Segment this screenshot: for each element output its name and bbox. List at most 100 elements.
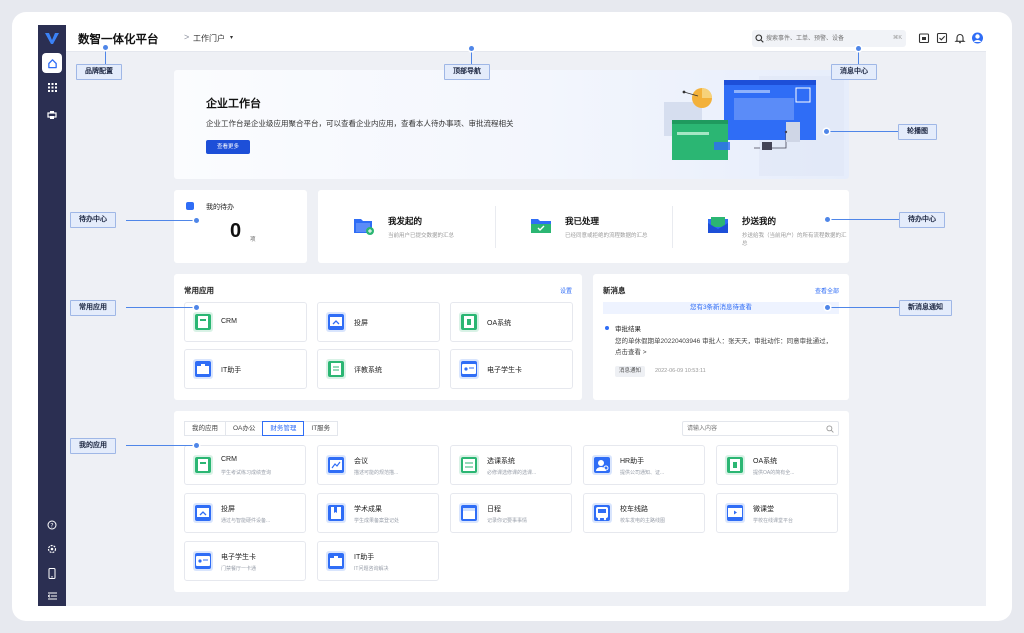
app-tile[interactable]: 选课系统 必修课选修课的选课... — [450, 445, 572, 485]
app-name: 评教系统 — [354, 367, 382, 374]
news-title: 新消息 — [603, 286, 626, 295]
message-heading[interactable]: 审批结果 — [615, 323, 641, 333]
tab-1[interactable]: OA办公 — [225, 421, 264, 436]
app-window: ? 数智一体化平台 > 工作门户 ▾ ⌘K 企业工作台 企业工作台是企业级应用聚… — [38, 25, 986, 606]
phone-icon — [48, 567, 56, 579]
oa-icon — [459, 312, 479, 332]
tab-2[interactable]: 财务管理 — [262, 421, 305, 436]
app-name: 校车线路 — [620, 506, 648, 513]
evaluation-icon — [326, 359, 346, 379]
app-tile[interactable]: 校车线路校车发电的主路线图 — [583, 493, 705, 533]
unread-messages-banner[interactable]: 您有3条新消息待查看 — [603, 302, 839, 314]
help-icon: ? — [47, 520, 57, 530]
app-tile[interactable]: 评教系统 — [317, 349, 440, 389]
app-name: 日程 — [487, 506, 501, 513]
breadcrumb-portal[interactable]: 工作门户 — [193, 33, 225, 44]
app-description: 校车发电的主路线图 — [620, 518, 666, 524]
settings-link[interactable]: 设置 — [560, 286, 572, 295]
app-tile[interactable]: 学术成果 学生成果备案登记处 — [317, 493, 439, 533]
app-tile[interactable]: OA系统 提供OA的简有全... — [716, 445, 838, 485]
screenshot-frame: ? 数智一体化平台 > 工作门户 ▾ ⌘K 企业工作台 企业工作台是企业级应用聚… — [12, 12, 1012, 621]
app-name: IT助手 — [221, 367, 242, 374]
task-subtitle: 已经同意或拒绝的流程数据的汇总 — [565, 233, 648, 239]
app-tile[interactable]: CRM 学生考试练习成绩查询 — [184, 445, 306, 485]
search-input[interactable] — [766, 30, 882, 47]
callout-dot — [103, 45, 108, 50]
learn-more-button[interactable]: 查看更多 — [206, 140, 250, 154]
avatar[interactable] — [971, 31, 984, 45]
task-center-card: 我发起的 当前用户已提交数据的汇总 我已处理 已经同意或拒绝的流程数据的汇总 抄… — [318, 190, 849, 263]
app-tile[interactable]: 微课堂 学校在线课堂平台 — [716, 493, 838, 533]
home-nav-button[interactable] — [42, 53, 62, 73]
todo-icon — [186, 202, 194, 210]
mobile-button[interactable] — [42, 563, 62, 583]
toolbox-icon — [326, 551, 346, 571]
app-tile[interactable]: 电子学生卡 — [450, 349, 573, 389]
app-description: 门禁餐厅一卡通 — [221, 566, 257, 572]
app-tile[interactable]: CRM — [184, 302, 307, 342]
app-tile[interactable]: 投屏 通过与智能硬件设备... — [184, 493, 306, 533]
task-subtitle: 当前用户已提交数据的汇总 — [388, 233, 455, 239]
callout-carousel: 轮播图 — [898, 124, 937, 140]
app-search[interactable] — [682, 421, 839, 436]
my-todo-card[interactable]: 我的待办 0 项 — [174, 190, 307, 263]
callout-news-notice: 新消息通知 — [899, 300, 952, 316]
carousel-banner[interactable]: 企业工作台 企业工作台是企业级应用聚合平台，可以查看企业内应用，查看本人待办事项… — [174, 70, 849, 179]
app-search-input[interactable] — [687, 422, 817, 435]
app-description: 通过与智能硬件设备... — [221, 518, 271, 524]
app-tile[interactable]: IT助手 IT问题咨询解决 — [317, 541, 439, 581]
print-nav-button[interactable] — [42, 105, 62, 125]
banner-title: 企业工作台 — [206, 98, 261, 110]
common-apps-card: 常用应用 设置 CRM 投屏 OA系统 IT助手 评教系统 电子学生卡 — [174, 274, 582, 400]
apps-nav-button[interactable] — [42, 77, 62, 97]
app-name: OA系统 — [753, 458, 778, 465]
callout-line — [827, 307, 899, 308]
bell-icon[interactable] — [954, 32, 966, 44]
tab-0[interactable]: 我的应用 — [184, 421, 226, 436]
top-navigation: 数智一体化平台 > 工作门户 ▾ ⌘K — [66, 25, 986, 52]
app-tile[interactable]: OA系统 — [450, 302, 573, 342]
hr-icon — [592, 455, 612, 475]
task-title: 抄送我的 — [742, 216, 777, 226]
view-all-link[interactable]: 查看全部 — [815, 286, 839, 295]
task-processed[interactable]: 我已处理 已经同意或拒绝的流程数据的汇总 — [495, 190, 672, 263]
app-name: OA系统 — [487, 320, 512, 327]
app-tile[interactable]: 投屏 — [317, 302, 440, 342]
search-shortcut: ⌘K — [892, 35, 902, 41]
app-name: 会议 — [354, 458, 368, 465]
collapse-button[interactable] — [42, 586, 62, 606]
gear-icon — [47, 544, 57, 554]
crm-icon — [193, 312, 213, 332]
student-card-icon — [459, 359, 479, 379]
message-body[interactable]: 您的单休假期单20220403946 审批人：张天天，审批动作：同意审批通过，点… — [615, 336, 835, 358]
send-folder-icon — [354, 219, 374, 235]
home-icon — [47, 58, 57, 68]
task-check-icon[interactable] — [936, 32, 948, 44]
app-tile[interactable]: IT助手 — [184, 349, 307, 389]
app-tile[interactable]: 日程 记录你记要事事情 — [450, 493, 572, 533]
callout-my-apps: 我的应用 — [70, 438, 116, 454]
global-search[interactable]: ⌘K — [752, 30, 906, 47]
settings-button[interactable] — [42, 539, 62, 559]
app-tile[interactable]: 电子学生卡 门禁餐厅一卡通 — [184, 541, 306, 581]
task-cc[interactable]: 抄送我的 抄送给我（当前用户）的所有流程数据的汇总 — [672, 190, 849, 263]
tab-3[interactable]: IT服务 — [303, 421, 339, 436]
toolbox-icon — [193, 359, 213, 379]
calendar-icon[interactable] — [918, 32, 930, 44]
logo-icon — [45, 33, 59, 44]
app-tile[interactable]: HR助手 提供公司通知、证... — [583, 445, 705, 485]
callout-dot — [194, 443, 199, 448]
chevron-down-icon[interactable]: ▾ — [230, 34, 233, 41]
task-initiated[interactable]: 我发起的 当前用户已提交数据的汇总 — [318, 190, 495, 263]
app-name: IT助手 — [354, 554, 375, 561]
video-icon — [725, 503, 745, 523]
breadcrumb-separator: > — [184, 32, 190, 42]
callout-dot — [194, 218, 199, 223]
cast-icon — [193, 503, 213, 523]
callout-todo-right: 待办中心 — [899, 212, 945, 228]
bus-icon — [592, 503, 612, 523]
common-apps-title: 常用应用 — [184, 286, 214, 295]
app-tile[interactable]: 会议 描述可能的规范描... — [317, 445, 439, 485]
callout-common-apps: 常用应用 — [70, 300, 116, 316]
help-button[interactable]: ? — [42, 515, 62, 535]
